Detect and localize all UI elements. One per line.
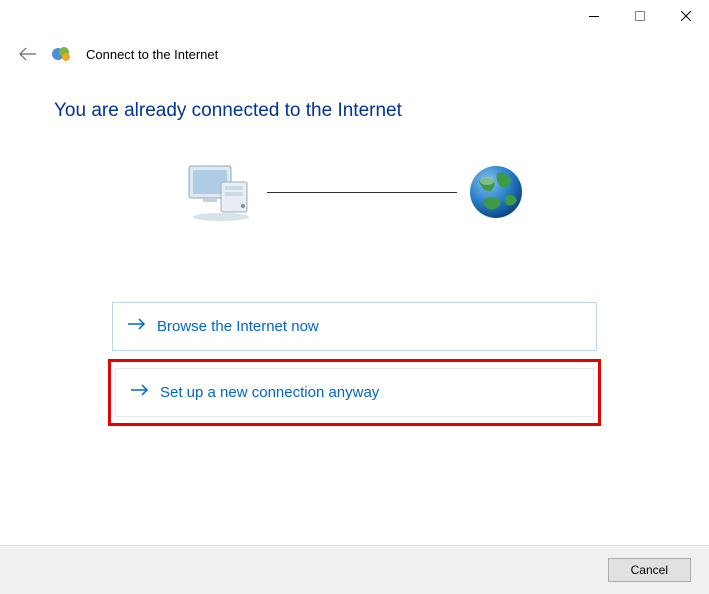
option-label: Browse the Internet now (157, 318, 319, 335)
cancel-button[interactable]: Cancel (608, 558, 691, 582)
arrow-right-icon (127, 317, 147, 336)
globe-icon (467, 163, 525, 221)
option-browse-internet[interactable]: Browse the Internet now (112, 302, 597, 351)
computer-icon (185, 162, 257, 222)
maximize-button[interactable] (617, 0, 663, 32)
close-button[interactable] (663, 0, 709, 32)
wizard-icon (52, 45, 72, 63)
option-setup-new-connection[interactable]: Set up a new connection anyway (115, 368, 594, 417)
titlebar (0, 0, 709, 32)
back-button[interactable] (18, 44, 38, 64)
wizard-title: Connect to the Internet (86, 47, 218, 62)
footer-bar: Cancel (0, 545, 709, 594)
page-heading: You are already connected to the Interne… (54, 100, 655, 122)
wizard-header: Connect to the Internet (0, 32, 709, 72)
minimize-button[interactable] (571, 0, 617, 32)
connection-line (267, 192, 457, 193)
option-label: Set up a new connection anyway (160, 384, 379, 401)
options-list: Browse the Internet now Set up a new con… (54, 302, 655, 426)
connection-diagram (54, 162, 655, 222)
highlight-annotation: Set up a new connection anyway (108, 359, 601, 426)
content-area: You are already connected to the Interne… (0, 72, 709, 545)
arrow-right-icon (130, 383, 150, 402)
